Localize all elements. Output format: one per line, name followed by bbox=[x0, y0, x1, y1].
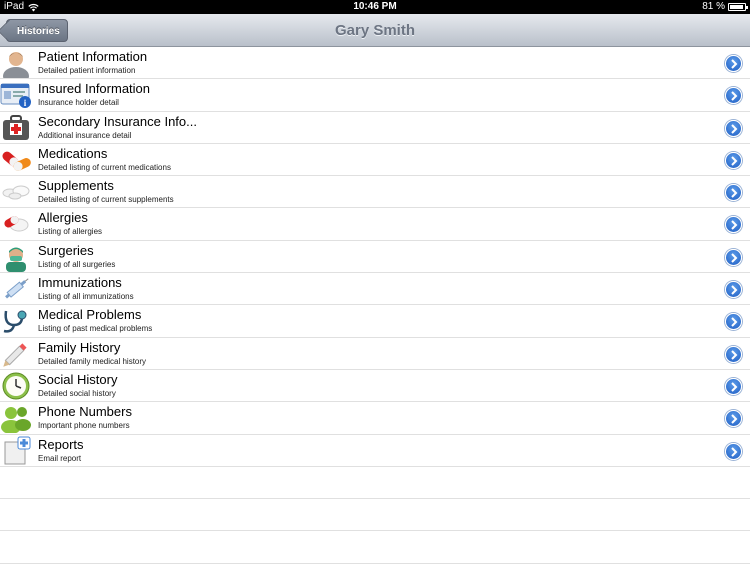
detail-disclosure-icon[interactable] bbox=[725, 55, 742, 72]
back-button[interactable]: Histories bbox=[6, 19, 68, 42]
patient-icon bbox=[0, 47, 32, 79]
battery-icon bbox=[728, 3, 748, 11]
list-item[interactable]: Secondary Insurance Info... Additional in… bbox=[0, 112, 750, 144]
list-item-subtitle: Listing of all surgeries bbox=[38, 259, 116, 269]
list-item-title: Patient Information bbox=[38, 49, 148, 64]
list-item-subtitle: Email report bbox=[38, 453, 82, 463]
list-item[interactable]: Medical Problems Listing of past medical … bbox=[0, 305, 750, 338]
list-item[interactable]: Family History Detailed family medical hi… bbox=[0, 338, 750, 370]
tablets-icon bbox=[0, 176, 32, 208]
list-item[interactable]: Medications Detailed listing of current m… bbox=[0, 144, 750, 177]
detail-disclosure-icon[interactable] bbox=[725, 442, 742, 460]
history-list: Patient Information Detailed patient info… bbox=[0, 47, 750, 564]
list-item-title: Supplements bbox=[38, 178, 114, 194]
list-item-subtitle: Detailed listing of current medications bbox=[38, 162, 171, 172]
list-item-title: Immunizations bbox=[38, 275, 122, 291]
detail-disclosure-icon[interactable] bbox=[725, 184, 742, 202]
empty-row bbox=[0, 467, 750, 500]
list-item[interactable]: Reports Email report bbox=[0, 435, 750, 467]
list-item[interactable]: Supplements Detailed listing of current s… bbox=[0, 176, 750, 209]
list-item-title: Family History bbox=[38, 339, 121, 355]
detail-disclosure-icon[interactable] bbox=[725, 248, 742, 266]
clock-icon bbox=[0, 370, 32, 402]
page-title: Gary Smith bbox=[334, 22, 416, 39]
list-item-title: Surgeries bbox=[38, 242, 94, 258]
pencil-icon bbox=[0, 338, 32, 370]
list-item-title: Allergies bbox=[38, 210, 88, 226]
surgeon-icon bbox=[0, 241, 32, 273]
status-bar: iPad 10:46 PM 81 % bbox=[0, 0, 750, 14]
empty-row bbox=[0, 531, 750, 564]
list-item-subtitle: Detailed listing of current supplements bbox=[38, 195, 174, 205]
list-item-title: Insured Information bbox=[38, 81, 151, 97]
list-item-subtitle: Detailed patient information bbox=[38, 66, 136, 75]
clock: 10:46 PM bbox=[353, 1, 397, 12]
contacts-icon bbox=[0, 402, 32, 434]
list-item-subtitle: Detailed social history bbox=[38, 388, 116, 398]
list-item[interactable]: Allergies Listing of allergies bbox=[0, 208, 750, 241]
detail-disclosure-icon[interactable] bbox=[725, 87, 742, 105]
list-item[interactable]: i Insured Information Insurance holder det… bbox=[0, 79, 750, 112]
detail-disclosure-icon[interactable] bbox=[725, 377, 742, 395]
list-item-subtitle: Listing of allergies bbox=[38, 227, 103, 237]
empty-row bbox=[0, 499, 750, 532]
battery-status: 81 % bbox=[702, 0, 748, 14]
list-item[interactable]: Surgeries Listing of all surgeries bbox=[0, 241, 750, 274]
detail-disclosure-icon[interactable] bbox=[725, 151, 742, 169]
stethoscope-icon bbox=[0, 305, 32, 337]
list-item-subtitle: Important phone numbers bbox=[38, 421, 130, 431]
list-item-title: Social History bbox=[38, 371, 118, 387]
list-item-title: Medications bbox=[38, 145, 108, 161]
syringe-icon bbox=[0, 273, 32, 305]
list-item-title: Secondary Insurance Info... bbox=[38, 113, 197, 129]
list-item[interactable]: Patient Information Detailed patient info… bbox=[0, 47, 750, 80]
list-item-title: Reports bbox=[38, 436, 84, 452]
medical-kit-icon bbox=[0, 112, 32, 144]
detail-disclosure-icon[interactable] bbox=[725, 281, 742, 299]
detail-disclosure-icon[interactable] bbox=[725, 119, 742, 137]
list-item-title: Phone Numbers bbox=[38, 404, 132, 420]
list-item[interactable]: Phone Numbers Important phone numbers bbox=[0, 402, 750, 435]
back-button-label: Histories bbox=[17, 26, 60, 37]
detail-disclosure-icon[interactable] bbox=[725, 345, 742, 363]
list-item-title: Medical Problems bbox=[38, 307, 142, 323]
new-report-icon bbox=[0, 435, 32, 467]
detail-disclosure-icon[interactable] bbox=[725, 216, 742, 234]
pills-icon bbox=[0, 144, 32, 176]
insurance-card-icon: i bbox=[0, 79, 32, 111]
list-item[interactable]: Immunizations Listing of all immunization… bbox=[0, 273, 750, 306]
list-item-subtitle: Detailed family medical history bbox=[38, 356, 147, 366]
list-item-subtitle: Listing of past medical problems bbox=[38, 324, 153, 334]
list-item-subtitle: Additional insurance detail bbox=[38, 130, 132, 140]
list-item-subtitle: Insurance holder detail bbox=[38, 98, 119, 108]
navigation-bar: Gary Smith Histories bbox=[0, 14, 750, 47]
battery-percent: 81 % bbox=[702, 1, 725, 12]
detail-disclosure-icon[interactable] bbox=[725, 313, 742, 331]
list-item-subtitle: Listing of all immunizations bbox=[38, 292, 134, 302]
list-item[interactable]: Social History Detailed social history bbox=[0, 370, 750, 403]
allergy-pills-icon bbox=[0, 208, 32, 240]
detail-disclosure-icon[interactable] bbox=[725, 410, 742, 428]
